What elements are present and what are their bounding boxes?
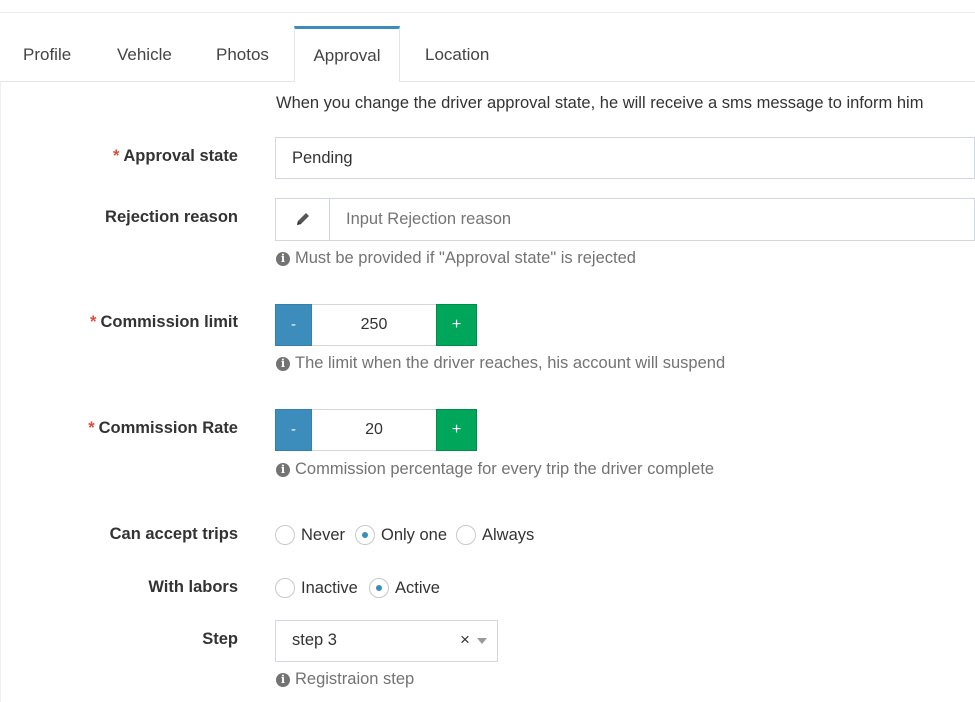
rejection-reason-help: i Must be provided if "Approval state" is…	[276, 249, 636, 268]
radio-only-one[interactable]: Only one	[355, 525, 447, 545]
radio-active[interactable]: Active	[369, 578, 440, 598]
required-mark: *	[88, 419, 95, 437]
tab-vehicle[interactable]: Vehicle	[117, 26, 172, 81]
tab-approval[interactable]: Approval	[294, 26, 400, 82]
rejection-reason-input[interactable]	[329, 198, 975, 241]
commission-limit-decrement-button[interactable]: -	[275, 304, 312, 346]
radio-circle	[456, 525, 476, 545]
info-icon: i	[276, 462, 290, 477]
step-select[interactable]: step 3 ×	[275, 620, 498, 662]
pencil-icon	[297, 213, 309, 225]
radio-circle-checked	[355, 525, 375, 545]
info-icon: i	[276, 251, 290, 266]
commission-limit-label: * Commission limit	[90, 313, 238, 331]
commission-limit-input[interactable]: 250	[312, 304, 436, 346]
step-help: i Registraion step	[276, 670, 414, 689]
commission-limit-increment-button[interactable]: +	[436, 304, 477, 346]
approval-state-select[interactable]: Pending	[275, 137, 975, 179]
radio-always[interactable]: Always	[456, 525, 534, 545]
tab-profile[interactable]: Profile	[23, 26, 71, 81]
approval-state-label: * Approval state	[112, 147, 238, 165]
radio-inactive[interactable]: Inactive	[275, 578, 358, 598]
commission-rate-increment-button[interactable]: +	[436, 409, 477, 451]
commission-rate-label: * Commission Rate	[88, 419, 238, 437]
rejection-reason-addon	[275, 198, 330, 241]
info-icon: i	[276, 356, 290, 371]
tab-location[interactable]: Location	[425, 26, 489, 81]
caret-down-icon[interactable]	[477, 638, 487, 644]
can-accept-trips-label: Can accept trips	[109, 525, 238, 543]
panel-border	[0, 81, 1, 702]
tab-bar: Profile Vehicle Photos Approval Location	[0, 26, 975, 82]
radio-never[interactable]: Never	[275, 525, 345, 545]
approval-notice: When you change the driver approval stat…	[276, 94, 924, 112]
clear-icon[interactable]: ×	[460, 630, 470, 650]
commission-rate-input[interactable]: 20	[312, 409, 436, 451]
rejection-reason-label: Rejection reason	[105, 208, 238, 226]
commission-limit-help: i The limit when the driver reaches, his …	[276, 354, 725, 373]
radio-circle	[275, 525, 295, 545]
top-divider	[0, 12, 975, 13]
required-mark: *	[112, 147, 120, 165]
step-label: Step	[202, 630, 238, 648]
commission-rate-decrement-button[interactable]: -	[275, 409, 312, 451]
commission-rate-help: i Commission percentage for every trip th…	[276, 460, 714, 479]
step-select-value: step 3	[292, 631, 337, 649]
info-icon: i	[276, 672, 290, 687]
required-mark: *	[90, 313, 97, 331]
with-labors-label: With labors	[148, 578, 238, 596]
radio-circle	[275, 578, 295, 598]
tab-photos[interactable]: Photos	[216, 26, 269, 81]
radio-circle-checked	[369, 578, 389, 598]
